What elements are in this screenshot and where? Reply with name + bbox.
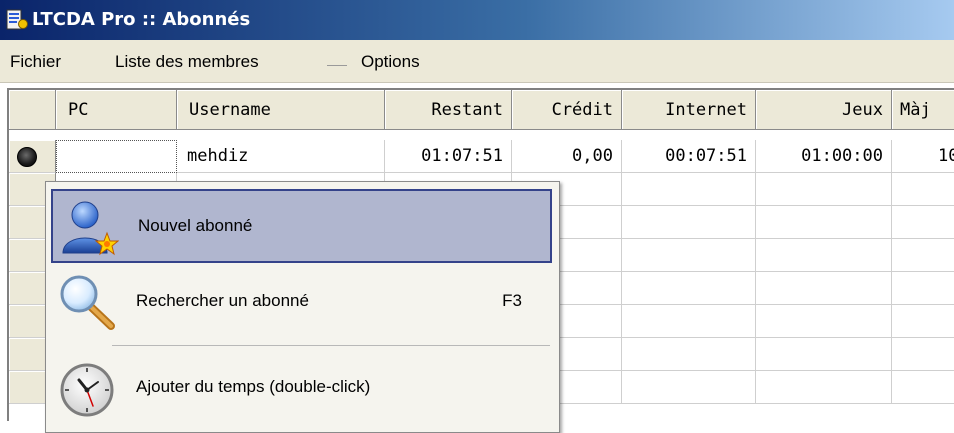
empty-cell[interactable] <box>622 272 756 305</box>
empty-cell[interactable] <box>756 305 892 338</box>
empty-cell[interactable] <box>622 338 756 371</box>
header-pc[interactable]: PC <box>56 90 177 130</box>
header-username[interactable]: Username <box>177 90 385 130</box>
menu-fichier[interactable]: Fichier <box>10 52 61 72</box>
header-credit[interactable]: Crédit <box>512 90 622 130</box>
empty-cell[interactable] <box>892 173 954 206</box>
empty-cell[interactable] <box>756 338 892 371</box>
table-row[interactable]: mehdiz 01:07:51 0,00 00:07:51 01:00:00 1… <box>9 140 954 173</box>
cell-username[interactable]: mehdiz <box>177 140 385 173</box>
menu-item-nouvel-abonne[interactable]: Nouvel abonné <box>51 189 552 263</box>
menu-label-rechercher: Rechercher un abonné <box>136 291 309 310</box>
menu-shortcut-f3: F3 <box>502 291 522 310</box>
cell-credit[interactable]: 0,00 <box>512 140 622 173</box>
empty-cell[interactable] <box>756 206 892 239</box>
cell-internet[interactable]: 00:07:51 <box>622 140 756 173</box>
empty-cell[interactable] <box>892 338 954 371</box>
magnifier-icon <box>60 275 115 330</box>
menu-divider <box>112 345 550 346</box>
new-user-icon <box>62 201 119 256</box>
header-internet[interactable]: Internet <box>622 90 756 130</box>
cell-pc[interactable] <box>56 140 177 173</box>
empty-cell[interactable] <box>622 173 756 206</box>
header-restant[interactable]: Restant <box>385 90 512 130</box>
menu-bar: Fichier Liste des membres Options <box>0 40 954 83</box>
cell-restant[interactable]: 01:07:51 <box>385 140 512 173</box>
status-icon <box>17 147 37 167</box>
title-bar[interactable]: LTCDA Pro :: Abonnés <box>0 0 954 40</box>
cell-maj[interactable]: 10 <box>892 140 954 173</box>
app-icon <box>6 9 28 30</box>
menu-item-ajouter-temps[interactable]: Ajouter du temps (double-click) <box>51 352 552 426</box>
empty-cell[interactable] <box>622 371 756 404</box>
clock-icon <box>60 363 114 417</box>
empty-cell[interactable] <box>756 272 892 305</box>
empty-cell[interactable] <box>892 305 954 338</box>
empty-cell[interactable] <box>892 272 954 305</box>
menu-label-ajouter-temps: Ajouter du temps (double-click) <box>136 377 371 396</box>
header-jeux[interactable]: Jeux <box>756 90 892 130</box>
menu-item-rechercher[interactable]: Rechercher un abonné F3 <box>51 266 552 340</box>
context-menu: Nouvel abonné Rechercher un abonné F3 Aj… <box>45 181 560 433</box>
menu-separator <box>327 65 347 66</box>
empty-cell[interactable] <box>892 239 954 272</box>
menu-options[interactable]: Options <box>361 52 420 72</box>
menu-label-nouvel-abonne: Nouvel abonné <box>138 216 253 235</box>
empty-cell[interactable] <box>756 239 892 272</box>
empty-cell[interactable] <box>892 371 954 404</box>
empty-cell[interactable] <box>622 305 756 338</box>
empty-cell[interactable] <box>756 173 892 206</box>
grid-header: PC Username Restant Crédit Internet Jeux… <box>9 90 954 132</box>
empty-cell[interactable] <box>622 206 756 239</box>
header-indicator <box>9 90 56 130</box>
cell-jeux[interactable]: 01:00:00 <box>756 140 892 173</box>
header-maj[interactable]: Màj <box>892 90 954 130</box>
row-indicator <box>9 140 56 173</box>
empty-cell[interactable] <box>756 371 892 404</box>
window-title: LTCDA Pro :: Abonnés <box>32 9 251 30</box>
empty-cell[interactable] <box>892 206 954 239</box>
menu-liste-des-membres[interactable]: Liste des membres <box>115 52 259 72</box>
empty-cell[interactable] <box>622 239 756 272</box>
